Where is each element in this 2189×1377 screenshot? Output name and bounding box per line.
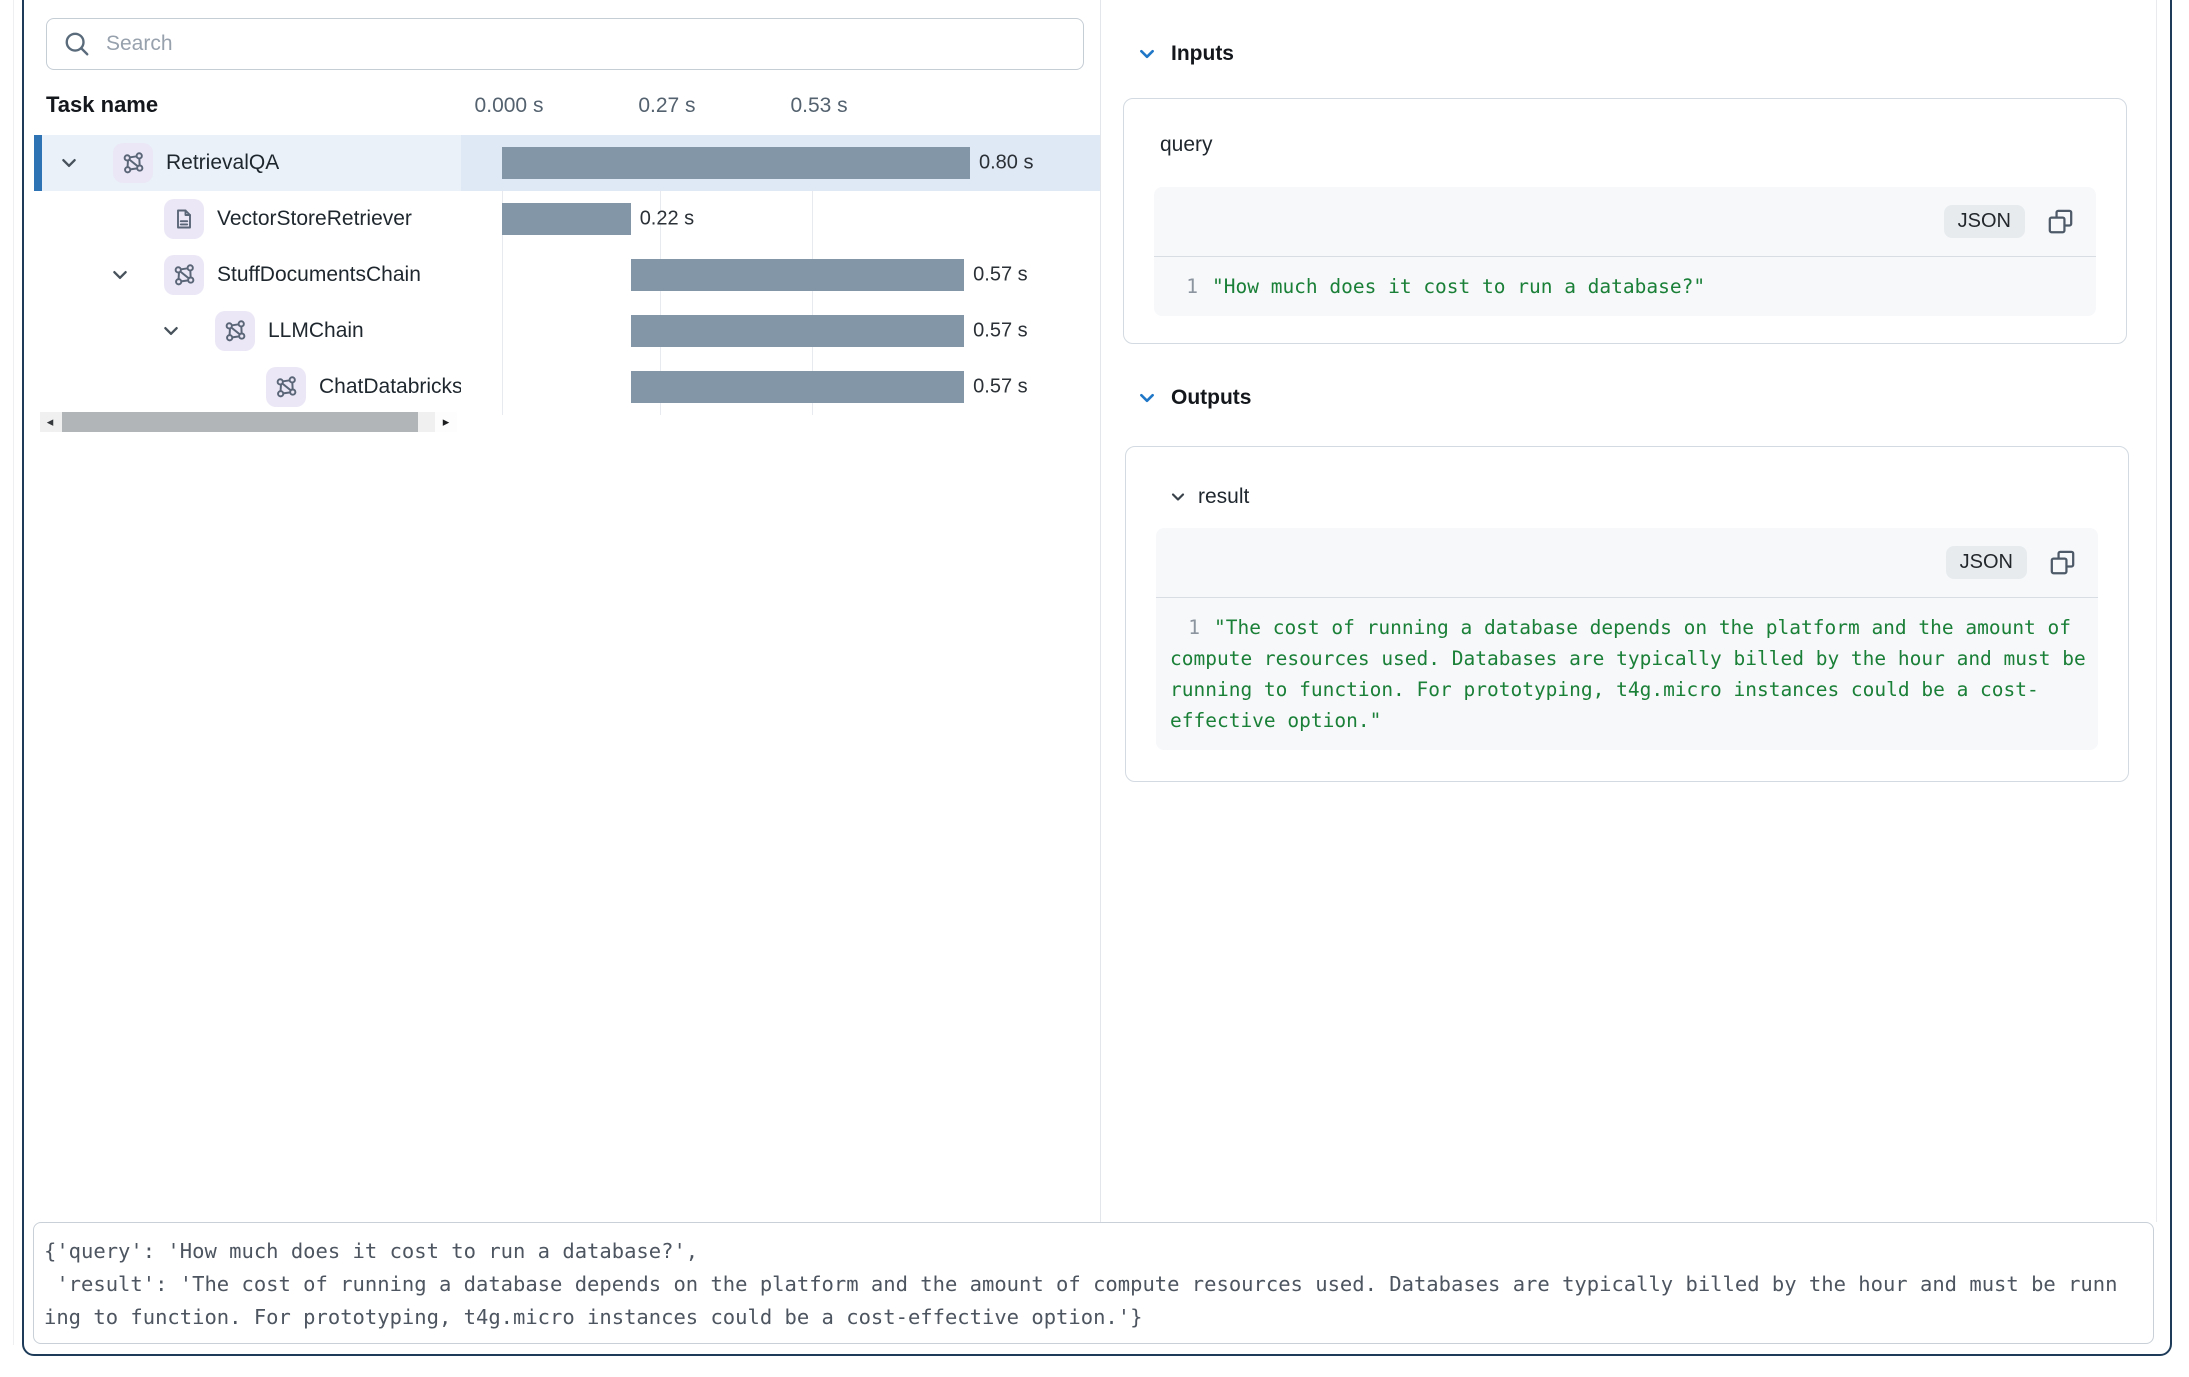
task-label: ChatDatabricks [319,375,461,399]
console-output-line: ing to function. For prototyping, t4g.mi… [44,1301,2143,1334]
selected-row-accent [34,135,42,191]
duration-label: 0.80 s [979,152,1033,175]
result-collapse-toggle[interactable]: result [1170,485,1249,509]
duration-label: 0.57 s [973,320,1027,343]
output-code-content: 1 "The cost of running a database depends… [1156,598,2098,750]
trace-viewer: Task name 0.000 s 0.27 s 0.53 s RetrievalQ… [0,0,2189,1377]
expander-chevron-icon[interactable] [111,266,129,284]
copy-icon [2049,549,2076,576]
task-label: RetrievalQA [166,151,279,175]
code-line: running to function. For prototyping, t4… [1170,674,2084,705]
scrollbar-thumb[interactable] [62,412,418,432]
task-row[interactable]: VectorStoreRetriever 0.22 s [34,191,1100,247]
outputs-card: result JSON 1 "The cost of running a data… [1125,446,2129,782]
code-line: 1 "How much does it cost to run a databas… [1168,271,2082,302]
task-name-column-header: Task name [46,92,158,118]
chevron-down-icon [1138,389,1156,407]
scroll-left-arrow-icon[interactable]: ◂ [40,412,60,432]
chain-icon [164,255,204,295]
input-code-content: 1 "How much does it cost to run a databas… [1154,257,2096,316]
code-line: compute resources used. Databases are ty… [1170,643,2084,674]
chain-icon [266,367,306,407]
outputs-section-header[interactable]: Outputs [1138,384,1251,412]
inputs-section-header[interactable]: Inputs [1138,40,1234,68]
duration-label: 0.22 s [640,208,694,231]
task-label: StuffDocumentsChain [217,263,421,287]
code-text: compute resources used. Databases are ty… [1170,643,2086,674]
duration-bar[interactable] [502,203,631,235]
expander-chevron-icon[interactable] [162,322,180,340]
chevron-down-icon [1170,489,1186,505]
horizontal-scrollbar[interactable]: ◂ ▸ [40,412,457,432]
code-text: "The cost of running a database depends … [1214,612,2071,643]
axis-tick-label: 0.27 s [638,94,695,118]
input-field-label: query [1160,133,1213,157]
copy-icon [2047,208,2074,235]
code-text: effective option." [1170,705,1381,736]
axis-tick-label: 0.53 s [790,94,847,118]
task-row[interactable]: ChatDatabricks 0.57 s [34,359,1100,415]
outputs-title: Outputs [1171,386,1251,410]
task-label: LLMChain [268,319,364,343]
search-icon [62,29,92,59]
copy-button[interactable] [2049,549,2076,576]
duration-label: 0.57 s [973,264,1027,287]
axis-tick-label: 0.000 s [475,94,544,118]
task-label: VectorStoreRetriever [217,207,412,231]
chain-icon [113,143,153,183]
code-text: "How much does it cost to run a database… [1212,271,1705,302]
console-output-line: {'query': 'How much does it cost to run … [44,1235,2143,1268]
search-input[interactable] [104,31,1068,57]
span-tree: RetrievalQA 0.80 s VectorStoreRetriever … [34,135,1100,415]
search-box[interactable] [46,18,1084,70]
line-number: 1 [1170,612,1200,643]
copy-button[interactable] [2047,208,2074,235]
code-line: 1 "The cost of running a database depends… [1170,612,2084,643]
json-format-badge[interactable]: JSON [1946,546,2027,579]
chevron-down-icon [1138,45,1156,63]
duration-label: 0.57 s [973,376,1027,399]
duration-bar[interactable] [631,315,964,347]
output-field-label: result [1198,485,1249,509]
inputs-title: Inputs [1171,42,1234,66]
code-viewer-toolbar: JSON [1154,187,2096,257]
inputs-card: query JSON 1 "How much does it cost to ru… [1123,98,2127,344]
code-text: running to function. For prototyping, t4… [1170,674,2039,705]
output-code-viewer: JSON 1 "The cost of running a database de… [1156,528,2098,750]
document-icon [164,199,204,239]
panel-divider [1100,0,1101,1222]
task-row[interactable]: RetrievalQA 0.80 s [34,135,1100,191]
line-number: 1 [1168,271,1198,302]
console-output: {'query': 'How much does it cost to run … [33,1222,2154,1344]
console-output-line: 'result': 'The cost of running a databas… [44,1268,2143,1301]
json-format-badge[interactable]: JSON [1944,205,2025,238]
code-viewer-toolbar: JSON [1156,528,2098,598]
task-row[interactable]: StuffDocumentsChain 0.57 s [34,247,1100,303]
input-code-viewer: JSON 1 "How much does it cost to run a da… [1154,187,2096,316]
scroll-right-button[interactable]: ▸ [435,412,457,432]
code-line: effective option." [1170,705,2084,736]
left-page-gutter [13,0,14,1345]
duration-bar[interactable] [502,147,970,179]
right-panel-gutter [2156,0,2157,1222]
task-row[interactable]: LLMChain 0.57 s [34,303,1100,359]
duration-bar[interactable] [631,371,964,403]
chain-icon [215,311,255,351]
duration-bar[interactable] [631,259,964,291]
expander-chevron-icon[interactable] [60,154,78,172]
